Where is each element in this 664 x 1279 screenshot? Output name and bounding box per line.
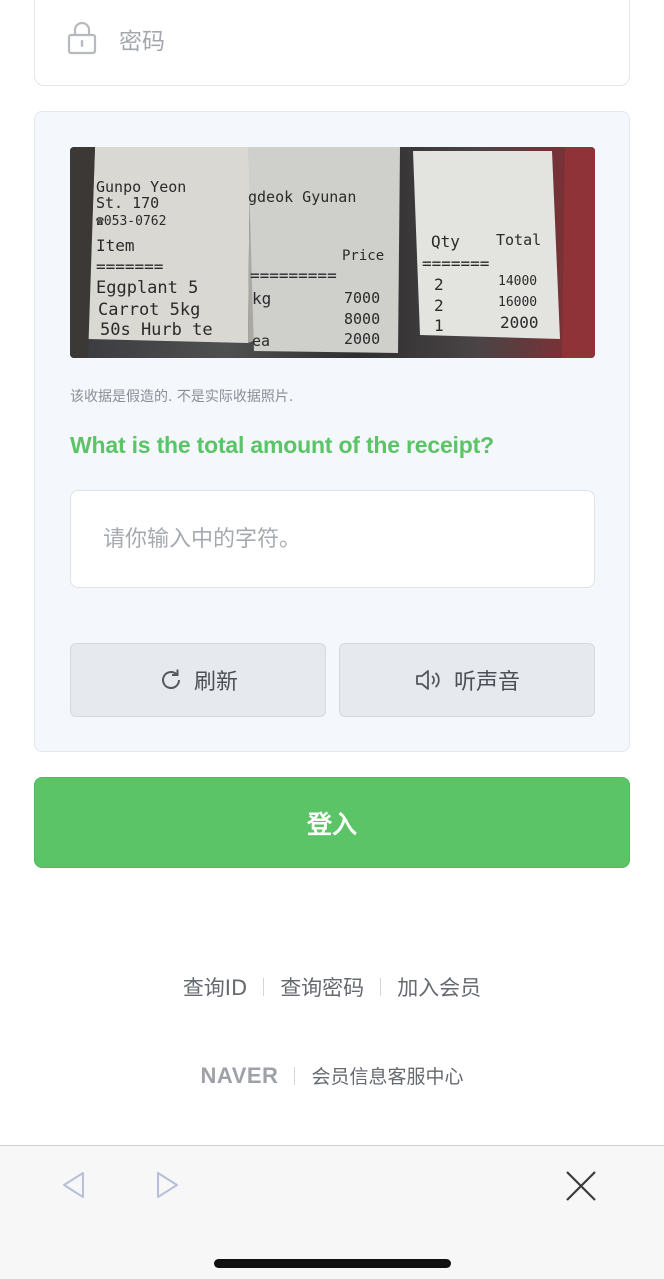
receipt-right-qty-2: 2 bbox=[434, 296, 444, 315]
browser-bottom-bar bbox=[0, 1145, 664, 1279]
receipt-left-line-2: St. 170 bbox=[96, 194, 159, 212]
receipt-mid-line-7: 2000 bbox=[344, 330, 380, 348]
close-icon[interactable] bbox=[563, 1168, 599, 1204]
customer-center-link[interactable]: 会员信息客服中心 bbox=[311, 1062, 463, 1089]
receipt-right-qty-3: 1 bbox=[434, 316, 444, 335]
find-id-link[interactable]: 查询ID bbox=[183, 972, 247, 1002]
receipt-left-line-6: Carrot 5kg bbox=[98, 300, 200, 320]
receipt-mid-line-2: Price bbox=[342, 248, 384, 264]
receipt-left-line-4: Item bbox=[96, 236, 135, 255]
captcha-answer-input[interactable] bbox=[70, 490, 595, 588]
captcha-disclaimer: 该收据是假造的. 不是实际收据照片. bbox=[70, 389, 294, 405]
captcha-panel: Gunpo Yeon St. 170 ☎053-0762 Item ======… bbox=[34, 111, 630, 752]
refresh-button[interactable]: 刷新 bbox=[70, 643, 326, 717]
receipt-left-line-5: Eggplant 5 bbox=[96, 278, 198, 298]
link-divider bbox=[263, 978, 265, 996]
receipt-right-total-2: 16000 bbox=[498, 295, 537, 310]
receipt-mid-line-1: gdeok Gyunan bbox=[248, 188, 356, 206]
password-placeholder: 密码 bbox=[119, 29, 165, 55]
captcha-question: What is the total amount of the receipt? bbox=[70, 432, 494, 458]
receipt-left-line-7: 50s Hurb te bbox=[100, 320, 213, 340]
captcha-receipt-image: Gunpo Yeon St. 170 ☎053-0762 Item ======… bbox=[70, 147, 595, 358]
password-field[interactable]: 密码 bbox=[34, 0, 630, 86]
link-divider bbox=[380, 978, 382, 996]
receipt-divider-left: ======= bbox=[96, 257, 163, 276]
speaker-icon bbox=[416, 670, 440, 690]
receipt-right-total-3: 2000 bbox=[500, 313, 539, 332]
signup-link[interactable]: 加入会员 bbox=[397, 972, 481, 1002]
naver-logo: NAVER bbox=[200, 1062, 279, 1088]
forward-arrow-icon[interactable] bbox=[153, 1169, 181, 1201]
receipt-right-total-1: 14000 bbox=[498, 274, 537, 289]
account-links: 查询ID 查询密码 加入会员 bbox=[0, 972, 664, 1002]
receipt-mid-line-3: kg bbox=[252, 289, 271, 308]
refresh-label: 刷新 bbox=[193, 670, 238, 695]
audio-button[interactable]: 听声音 bbox=[339, 643, 595, 717]
back-arrow-icon[interactable] bbox=[60, 1169, 88, 1201]
receipt-mid-line-5: 8000 bbox=[344, 310, 380, 328]
footer-divider bbox=[294, 1066, 296, 1085]
receipt-right-header-total: Total bbox=[496, 231, 541, 249]
receipt-mid-line-6: ea bbox=[252, 332, 270, 350]
login-button[interactable]: 登入 bbox=[34, 777, 630, 868]
receipt-right-qty-1: 2 bbox=[434, 275, 444, 294]
receipt-divider-right: ======= bbox=[422, 254, 489, 273]
receipt-left-line-3: ☎053-0762 bbox=[96, 214, 166, 229]
find-password-link[interactable]: 查询密码 bbox=[280, 972, 364, 1002]
receipt-divider-mid: ========= bbox=[250, 266, 337, 285]
refresh-icon bbox=[161, 669, 180, 689]
receipt-mid-line-4: 7000 bbox=[344, 289, 380, 307]
home-indicator bbox=[214, 1259, 451, 1268]
receipt-right-header-qty: Qty bbox=[431, 232, 460, 251]
lock-icon bbox=[67, 21, 97, 55]
audio-label: 听声音 bbox=[453, 670, 520, 695]
footer: NAVER 会员信息客服中心 bbox=[0, 1062, 664, 1089]
